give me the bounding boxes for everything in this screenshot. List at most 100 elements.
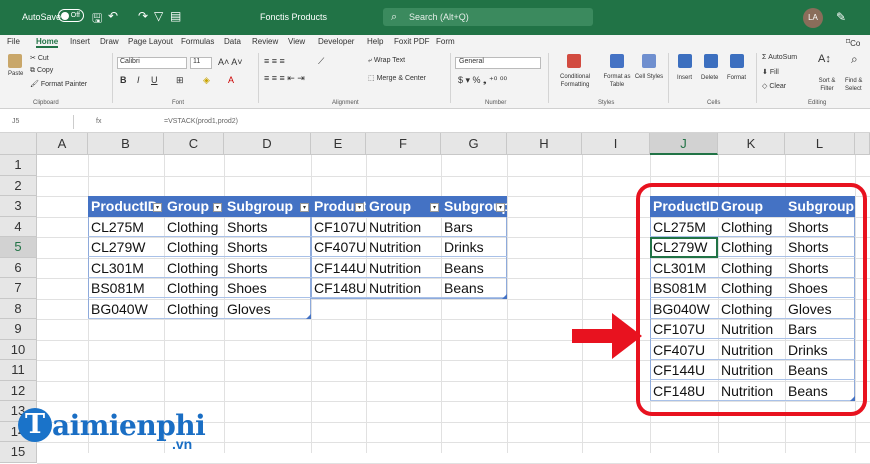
font-color-button[interactable]: A	[228, 75, 234, 85]
quick-access-icon[interactable]: ▤	[170, 9, 181, 23]
format-as-table-button[interactable]: Format as Table	[598, 73, 636, 89]
redo-icon[interactable]: ↷	[138, 9, 148, 23]
orientation-icon[interactable]: ⟋	[318, 56, 324, 67]
clear-button[interactable]: ◇ Clear	[762, 82, 786, 90]
row-header-3[interactable]: 3	[0, 196, 37, 217]
prod2-cell[interactable]: Beans	[441, 278, 507, 299]
sort-filter-button[interactable]: Sort & Filter	[812, 77, 842, 93]
row-header-5[interactable]: 5	[0, 237, 37, 258]
tab-data[interactable]: Data	[224, 37, 241, 46]
prod2-cell[interactable]: CF407U	[311, 237, 366, 258]
column-header-c[interactable]: C	[164, 133, 224, 155]
tab-foxit-pdf[interactable]: Foxit PDF	[394, 37, 430, 46]
row-header-8[interactable]: 8	[0, 298, 37, 319]
prod1-cell[interactable]: Clothing	[164, 278, 224, 299]
tab-draw[interactable]: Draw	[100, 37, 119, 46]
function-icon[interactable]: fx	[96, 118, 101, 125]
column-header-j[interactable]: J	[650, 133, 718, 155]
prod1-cell[interactable]: Gloves	[224, 299, 311, 320]
prod1-cell[interactable]: Clothing	[164, 237, 224, 258]
prod1-cell[interactable]: CL301M	[88, 258, 164, 279]
tab-home[interactable]: Home	[36, 37, 59, 48]
merge-center-button[interactable]: ⬚ Merge & Center	[368, 74, 426, 82]
prod2-cell[interactable]: Beans	[441, 258, 507, 279]
column-header-i[interactable]: I	[582, 133, 650, 155]
font-size-select[interactable]: 11	[190, 57, 212, 69]
underline-button[interactable]: U	[151, 75, 158, 85]
prod1-cell[interactable]: Clothing	[164, 217, 224, 238]
bold-button[interactable]: B	[120, 75, 127, 85]
insert-cells-button[interactable]: Insert	[677, 75, 692, 81]
row-header-9[interactable]: 9	[0, 319, 37, 340]
tab-insert[interactable]: Insert	[70, 37, 90, 46]
prod2-cell[interactable]: CF107U	[311, 217, 366, 238]
autosave-toggle[interactable]: Off	[58, 9, 84, 22]
copy-button[interactable]: ⧉ Copy	[30, 67, 53, 75]
prod1-resize-handle[interactable]	[306, 314, 311, 319]
prod2-resize-handle[interactable]	[502, 293, 507, 299]
prod1-filter-button[interactable]: ▾	[213, 203, 222, 212]
sort-filter-icon[interactable]: A↕	[818, 53, 831, 65]
prod2-cell[interactable]: Nutrition	[366, 258, 441, 279]
prod1-cell[interactable]: Clothing	[164, 299, 224, 320]
prod2-cell[interactable]: Nutrition	[366, 217, 441, 238]
undo-icon[interactable]: ↶	[108, 9, 118, 23]
font-grow-button[interactable]: A˄ A˅	[218, 57, 243, 67]
prod2-filter-button[interactable]: ▾	[430, 203, 439, 212]
select-all-corner[interactable]	[0, 133, 37, 155]
paste-icon[interactable]	[8, 54, 22, 68]
prod2-filter-button[interactable]: ▾	[496, 203, 505, 212]
prod2-cell[interactable]: CF148U	[311, 278, 366, 299]
column-header-k[interactable]: K	[718, 133, 785, 155]
delete-cells-button[interactable]: Delete	[701, 75, 718, 81]
tab-help[interactable]: Help	[367, 37, 383, 46]
prod1-cell[interactable]: Clothing	[164, 258, 224, 279]
prod2-cell[interactable]: CF144U	[311, 258, 366, 279]
prod1-cell[interactable]: Shorts	[224, 237, 311, 258]
font-name-select[interactable]: Calibri	[117, 57, 187, 69]
tab-file[interactable]: File	[7, 37, 20, 46]
prod2-cell[interactable]: Bars	[441, 217, 507, 238]
cell-styles-icon[interactable]	[642, 54, 656, 68]
prod1-cell[interactable]: Shoes	[224, 278, 311, 299]
avatar[interactable]: LA	[803, 8, 823, 28]
prod1-cell[interactable]: Shorts	[224, 258, 311, 279]
pen-icon[interactable]: ✎	[836, 10, 846, 24]
conditional-formatting-button[interactable]: Conditional Formatting	[553, 73, 597, 89]
prod2-cell[interactable]: Nutrition	[366, 278, 441, 299]
tab-formulas[interactable]: Formulas	[181, 37, 214, 46]
find-select-button[interactable]: Find & Select	[845, 77, 870, 93]
formula-input[interactable]: =VSTACK(prod1,prod2)	[164, 118, 238, 125]
document-title[interactable]: Fonctis Products	[260, 12, 327, 22]
comments-button[interactable]: ⌑ Co	[846, 37, 860, 48]
format-as-table-icon[interactable]	[610, 54, 624, 68]
prod1-cell[interactable]: BS081M	[88, 278, 164, 299]
delete-cells-icon[interactable]	[704, 54, 718, 68]
prod2-filter-button[interactable]: ▾	[355, 203, 364, 212]
name-box[interactable]: J5	[4, 115, 74, 129]
tab-review[interactable]: Review	[252, 37, 278, 46]
fill-color-button[interactable]: ◈	[203, 75, 210, 86]
column-header-f[interactable]: F	[366, 133, 441, 155]
fill-button[interactable]: ⬇ Fill	[762, 68, 779, 76]
prod1-cell[interactable]: CL275M	[88, 217, 164, 238]
tab-developer[interactable]: Developer	[318, 37, 354, 46]
save-icon[interactable]: 🖫	[92, 9, 102, 30]
column-header-e[interactable]: E	[311, 133, 366, 155]
paste-button[interactable]: Paste	[8, 71, 23, 77]
prod1-cell[interactable]: Shorts	[224, 217, 311, 238]
column-header-d[interactable]: D	[224, 133, 311, 155]
wrap-text-button[interactable]: ⤶ Wrap Text	[368, 57, 405, 65]
autosum-button[interactable]: Σ AutoSum	[762, 54, 797, 61]
filter-icon[interactable]: ▽	[154, 9, 163, 23]
italic-button[interactable]: I	[137, 75, 140, 85]
format-cells-button[interactable]: Format	[727, 75, 746, 81]
column-header-overflow[interactable]	[855, 133, 870, 155]
column-header-g[interactable]: G	[441, 133, 507, 155]
row-header-11[interactable]: 11	[0, 360, 37, 381]
borders-button[interactable]: ⊞	[176, 75, 184, 86]
row-header-15[interactable]: 15	[0, 442, 37, 463]
tab-page-layout[interactable]: Page Layout	[128, 37, 173, 46]
format-painter-button[interactable]: 🖌 Format Painter	[30, 80, 87, 88]
row-header-12[interactable]: 12	[0, 380, 37, 401]
